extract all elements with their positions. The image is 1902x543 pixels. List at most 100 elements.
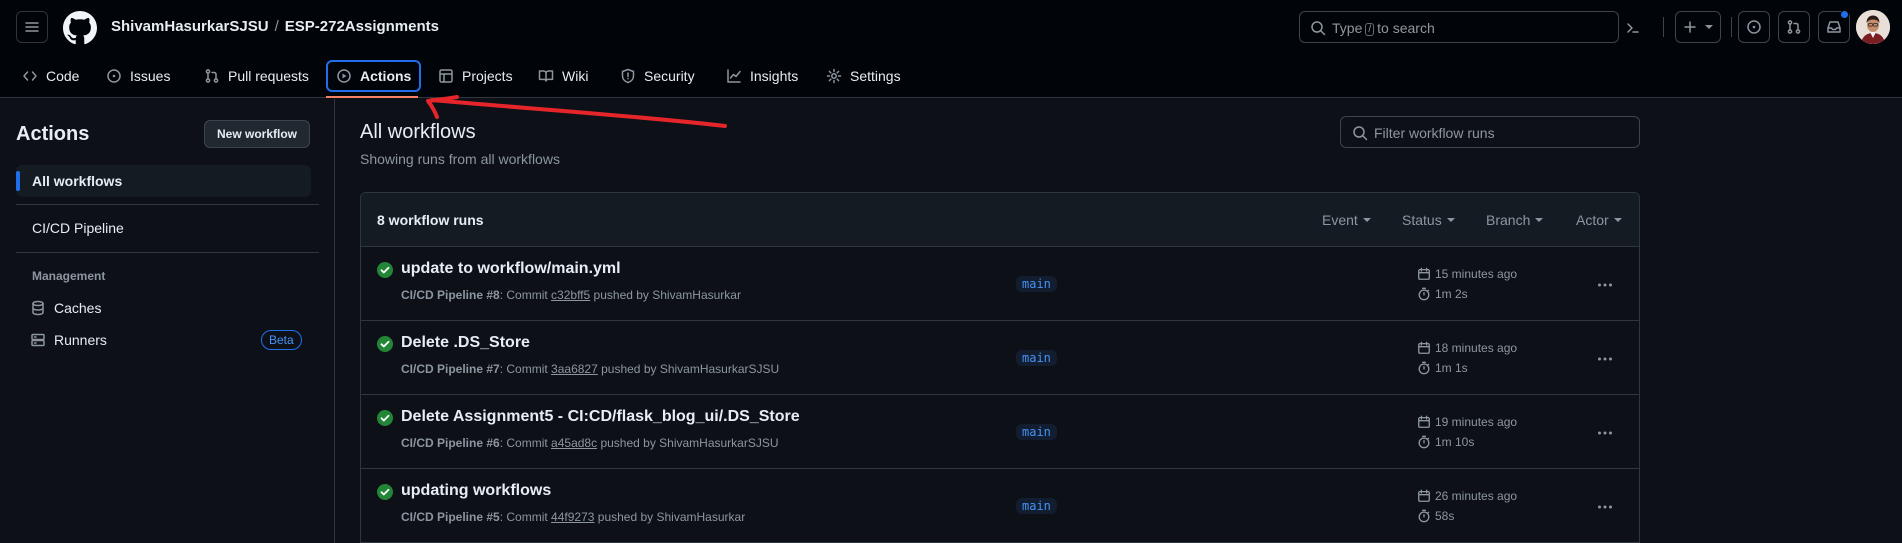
kebab-menu-icon[interactable] — [1597, 425, 1613, 441]
search-input[interactable]: Type / to search — [1299, 11, 1639, 43]
issues-button[interactable] — [1738, 11, 1770, 43]
tab-label: Insights — [750, 68, 799, 84]
pull-request-icon — [205, 69, 219, 83]
pull-requests-button[interactable] — [1778, 11, 1810, 43]
run-duration: 1m 2s — [1417, 287, 1468, 301]
commit-sha-link[interactable]: c32bff5 — [551, 288, 590, 302]
sidebar-item-all-workflows[interactable]: All workflows — [16, 165, 311, 197]
tab-label: Settings — [850, 68, 901, 84]
commit-sha-link[interactable]: 44f9273 — [551, 510, 594, 524]
run-meta: CI/CD Pipeline #8: Commit c32bff5 pushed… — [401, 288, 741, 302]
workflow-run-row[interactable]: updating workflows CI/CD Pipeline #5: Co… — [361, 469, 1639, 543]
run-title-link[interactable]: Delete .DS_Store — [401, 334, 530, 352]
server-icon — [31, 333, 45, 347]
github-logo-icon[interactable] — [63, 11, 97, 45]
header-divider — [1663, 17, 1664, 37]
run-duration: 1m 10s — [1417, 435, 1474, 449]
calendar-icon — [1418, 415, 1430, 428]
search-divider — [1618, 19, 1619, 35]
commit-sha-link[interactable]: 3aa6827 — [551, 362, 598, 376]
event-filter-dropdown[interactable]: Event — [1322, 212, 1371, 228]
pull-request-icon — [1787, 20, 1801, 34]
divider — [16, 252, 319, 253]
workflow-run-row[interactable]: Delete Assignment5 - CI:CD/flask_blog_ui… — [361, 395, 1639, 469]
commit-sha-link[interactable]: a45ad8c — [551, 436, 597, 450]
run-timestamp: 15 minutes ago — [1417, 267, 1517, 281]
inbox-icon — [1827, 21, 1841, 33]
run-meta: CI/CD Pipeline #7: Commit 3aa6827 pushed… — [401, 362, 780, 376]
check-circle-icon — [377, 336, 393, 352]
issue-opened-icon — [1747, 20, 1761, 34]
run-timestamp: 26 minutes ago — [1417, 489, 1517, 503]
run-duration: 1m 1s — [1417, 361, 1468, 375]
divider — [16, 204, 319, 205]
check-circle-icon — [377, 484, 393, 500]
branch-label[interactable]: main — [1016, 276, 1057, 292]
create-new-button[interactable] — [1675, 11, 1721, 43]
filter-workflow-runs-input[interactable]: Filter workflow runs — [1340, 116, 1640, 148]
tab-security[interactable]: Security — [612, 60, 703, 92]
page-title: All workflows — [360, 121, 476, 143]
plus-icon — [1684, 21, 1696, 33]
breadcrumb: ShivamHasurkarSJSU / ESP-272Assignments — [111, 18, 439, 35]
graph-icon — [727, 69, 741, 83]
actor-filter-dropdown[interactable]: Actor — [1576, 212, 1622, 228]
header-divider — [1731, 17, 1732, 37]
run-timestamp: 18 minutes ago — [1417, 341, 1517, 355]
code-icon — [23, 71, 37, 81]
sidebar-item-label: Caches — [54, 300, 102, 316]
search-placeholder: Type / to search — [1332, 20, 1435, 36]
kebab-menu-icon[interactable] — [1597, 277, 1613, 293]
branch-filter-dropdown[interactable]: Branch — [1486, 212, 1543, 228]
sidebar-title: Actions — [16, 123, 90, 145]
branch-label[interactable]: main — [1016, 424, 1057, 440]
kebab-menu-icon[interactable] — [1597, 499, 1613, 515]
run-title-link[interactable]: updating workflows — [401, 482, 551, 500]
gear-icon — [826, 68, 842, 84]
tab-settings[interactable]: Settings — [818, 60, 909, 92]
check-circle-icon — [377, 262, 393, 278]
kebab-menu-icon[interactable] — [1597, 351, 1613, 367]
tab-label: Code — [46, 68, 80, 84]
stopwatch-icon — [1418, 435, 1430, 449]
tab-projects[interactable]: Projects — [430, 60, 521, 92]
workflow-run-row[interactable]: update to workflow/main.yml CI/CD Pipeli… — [361, 247, 1639, 321]
run-meta: CI/CD Pipeline #6: Commit a45ad8c pushed… — [401, 436, 779, 450]
table-icon — [439, 69, 453, 83]
owner-link[interactable]: ShivamHasurkarSJSU — [111, 18, 269, 35]
run-title-link[interactable]: Delete Assignment5 - CI:CD/flask_blog_ui… — [401, 408, 800, 426]
active-tab-underline — [326, 96, 418, 98]
user-photo-icon — [1856, 10, 1890, 44]
status-filter-dropdown[interactable]: Status — [1402, 212, 1455, 228]
menu-button[interactable] — [16, 11, 48, 43]
stopwatch-icon — [1418, 509, 1430, 523]
tab-insights[interactable]: Insights — [718, 60, 806, 92]
check-circle-icon — [377, 410, 393, 426]
database-icon — [32, 300, 44, 316]
sidebar-item-caches[interactable]: Caches — [30, 296, 101, 320]
run-title-link[interactable]: update to workflow/main.yml — [401, 260, 621, 278]
tab-label: Security — [644, 68, 695, 84]
chevron-down-icon — [1705, 25, 1713, 29]
branch-label[interactable]: main — [1016, 350, 1057, 366]
repo-link[interactable]: ESP-272Assignments — [285, 18, 439, 35]
play-icon — [337, 69, 351, 83]
run-meta: CI/CD Pipeline #5: Commit 44f9273 pushed… — [401, 510, 746, 524]
tab-label: Actions — [360, 68, 412, 84]
issue-icon — [107, 69, 121, 83]
new-workflow-button[interactable]: New workflow — [204, 120, 311, 148]
tab-actions[interactable]: Actions — [326, 60, 422, 92]
sidebar-item-runners[interactable]: Runners — [30, 328, 107, 352]
run-duration: 58s — [1417, 509, 1454, 523]
workflow-run-row[interactable]: Delete .DS_Store CI/CD Pipeline #7: Comm… — [361, 321, 1639, 395]
tab-wiki[interactable]: Wiki — [530, 60, 596, 92]
sidebar-item-cicd-pipeline[interactable]: CI/CD Pipeline — [16, 212, 311, 244]
tab-pull-requests[interactable]: Pull requests — [196, 60, 317, 92]
hamburger-icon — [25, 22, 39, 32]
tab-code[interactable]: Code — [14, 60, 87, 92]
branch-label[interactable]: main — [1016, 498, 1057, 514]
command-palette-icon[interactable] — [1625, 20, 1641, 36]
tab-issues[interactable]: Issues — [98, 60, 178, 92]
avatar[interactable] — [1856, 10, 1890, 44]
calendar-icon — [1418, 489, 1430, 502]
